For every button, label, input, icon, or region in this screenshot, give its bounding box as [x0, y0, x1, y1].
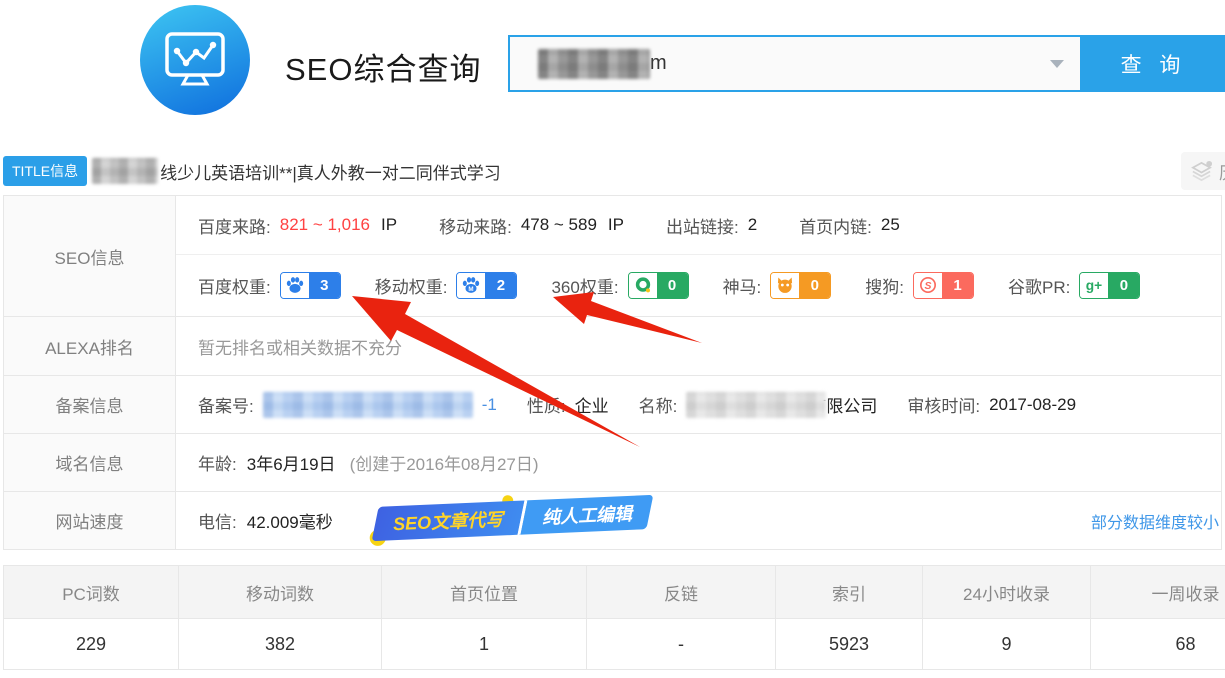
row-domain: 域名信息 年龄: 3年6月19日 (创建于2016年08月27日)	[4, 433, 1221, 491]
masked-domain	[538, 49, 650, 79]
telecom-label: 电信:	[198, 508, 237, 533]
header-mobile-words: 移动词数	[179, 566, 382, 618]
row-alexa: ALEXA排名 暂无排名或相关数据不充分	[4, 316, 1221, 375]
svg-text:M: M	[469, 286, 474, 293]
stat-baidu-traffic: 百度来路: 821 ~ 1,016 IP	[198, 213, 397, 238]
weight-sogou: 搜狗: S 1	[865, 272, 974, 299]
query-button[interactable]: 查 询	[1082, 35, 1225, 92]
row-label-speed: 网站速度	[4, 492, 176, 549]
value-mobile-words: 382	[179, 619, 382, 669]
app-logo	[140, 5, 250, 115]
baidu-mobile-weight-badge[interactable]: M 2	[456, 272, 517, 299]
svg-text:S: S	[925, 281, 932, 292]
weight-shenma: 神马: 0	[723, 272, 832, 299]
value-pc-words: 229	[4, 619, 179, 669]
data-notice-link[interactable]: 部分数据维度较小	[1091, 509, 1219, 533]
page-title: SEO综合查询	[285, 44, 481, 89]
row-seo-info: SEO信息 百度来路: 821 ~ 1,016 IP 移动来路: 478 ~ 5…	[4, 196, 1221, 316]
weight-mobile: 移动权重: M 2	[375, 272, 518, 299]
domain-age-label: 年龄:	[198, 450, 237, 475]
beian-audit-time: 审核时间: 2017-08-29	[907, 392, 1076, 417]
baidu-weight-badge[interactable]: 3	[280, 272, 341, 299]
alexa-no-data-text: 暂无排名或相关数据不充分	[198, 334, 402, 359]
shenma-weight-badge[interactable]: 0	[770, 272, 831, 299]
masked-beian-number	[263, 392, 473, 418]
beian-number-link[interactable]: -1	[482, 395, 497, 415]
layers-icon	[1190, 160, 1213, 183]
beian-number: 备案号: -1	[198, 392, 497, 418]
value-backlinks: -	[587, 619, 776, 669]
baidu-paw-m-icon: M	[457, 273, 485, 298]
history-label: 历	[1219, 159, 1225, 184]
value-homepage-position: 1	[382, 619, 587, 669]
360-weight-badge[interactable]: 0	[628, 272, 689, 299]
chevron-down-icon	[1050, 60, 1064, 68]
telecom-value: 42.009毫秒	[247, 508, 333, 533]
header-backlinks: 反链	[587, 566, 776, 618]
shenma-icon	[771, 273, 799, 298]
title-bar: TITLE信息 线少儿英语培训**|真人外教一对二同伴式学习 历	[3, 155, 1225, 187]
stats-header-row: PC词数 移动词数 首页位置 反链 索引 24小时收录 一周收录	[4, 566, 1225, 619]
stat-homepage-links: 首页内链: 25	[799, 213, 900, 238]
header-homepage-position: 首页位置	[382, 566, 587, 618]
page-title-text: 线少儿英语培训**|真人外教一对二同伴式学习	[160, 159, 501, 184]
header-index: 索引	[776, 566, 923, 618]
value-week-included: 68	[1091, 619, 1225, 669]
google-plus-icon: g+	[1080, 273, 1108, 298]
seo-traffic-line: 百度来路: 821 ~ 1,016 IP 移动来路: 478 ~ 589 IP …	[176, 196, 1221, 255]
header-pc-words: PC词数	[4, 566, 179, 618]
sogou-icon: S	[914, 273, 942, 298]
svg-text:g+: g+	[1086, 278, 1102, 293]
row-beian: 备案信息 备案号: -1 性质: 企业 名称: 有限公司 审核时间: 2017-…	[4, 375, 1221, 433]
monitor-chart-icon	[140, 5, 250, 115]
beian-company-name: 名称: 有限公司	[639, 392, 878, 418]
sogou-weight-badge[interactable]: S 1	[913, 272, 974, 299]
seo-weights-line: 百度权重: 3 移动权重:	[176, 255, 1221, 315]
google-pr-badge[interactable]: g+ 0	[1079, 272, 1140, 299]
value-index: 5923	[776, 619, 923, 669]
weight-google-pr: 谷歌PR: g+ 0	[1008, 272, 1140, 299]
search-box: m	[508, 35, 1082, 92]
domain-age-value: 3年6月19日	[247, 450, 336, 475]
search-dropdown-toggle[interactable]	[1034, 37, 1080, 90]
weight-baidu: 百度权重: 3	[198, 272, 341, 299]
header-24h-included: 24小时收录	[923, 566, 1091, 618]
masked-company-name	[686, 392, 826, 418]
search-input[interactable]: m	[510, 49, 1034, 79]
ad-text-left: SEO文章代写	[372, 500, 525, 541]
weight-360: 360权重: 0	[551, 272, 688, 299]
row-label-seo: SEO信息	[4, 196, 176, 316]
row-label-beian: 备案信息	[4, 376, 176, 433]
beian-nature: 性质: 企业	[527, 392, 609, 417]
row-label-alexa: ALEXA排名	[4, 317, 176, 375]
header-week-included: 一周收录	[1091, 566, 1225, 618]
stat-outbound-links: 出站链接: 2	[666, 213, 757, 238]
stats-value-row: 229 382 1 - 5923 9 68	[4, 619, 1225, 669]
keyword-stats-table: PC词数 移动词数 首页位置 反链 索引 24小时收录 一周收录 229 382…	[3, 565, 1225, 670]
masked-title-prefix	[92, 158, 158, 184]
domain-created-note: (创建于2016年08月27日)	[350, 450, 539, 475]
history-button[interactable]: 历	[1181, 152, 1225, 190]
value-24h-included: 9	[923, 619, 1091, 669]
360-circle-icon	[629, 273, 657, 298]
search-value-visible: m	[650, 52, 667, 75]
seo-content: 百度来路: 821 ~ 1,016 IP 移动来路: 478 ~ 589 IP …	[176, 196, 1221, 316]
stat-mobile-traffic: 移动来路: 478 ~ 589 IP	[439, 213, 624, 238]
title-info-badge: TITLE信息	[3, 156, 87, 186]
baidu-paw-icon	[281, 273, 309, 298]
row-label-domain: 域名信息	[4, 434, 176, 491]
ad-text-right: 纯人工编辑	[518, 495, 654, 535]
